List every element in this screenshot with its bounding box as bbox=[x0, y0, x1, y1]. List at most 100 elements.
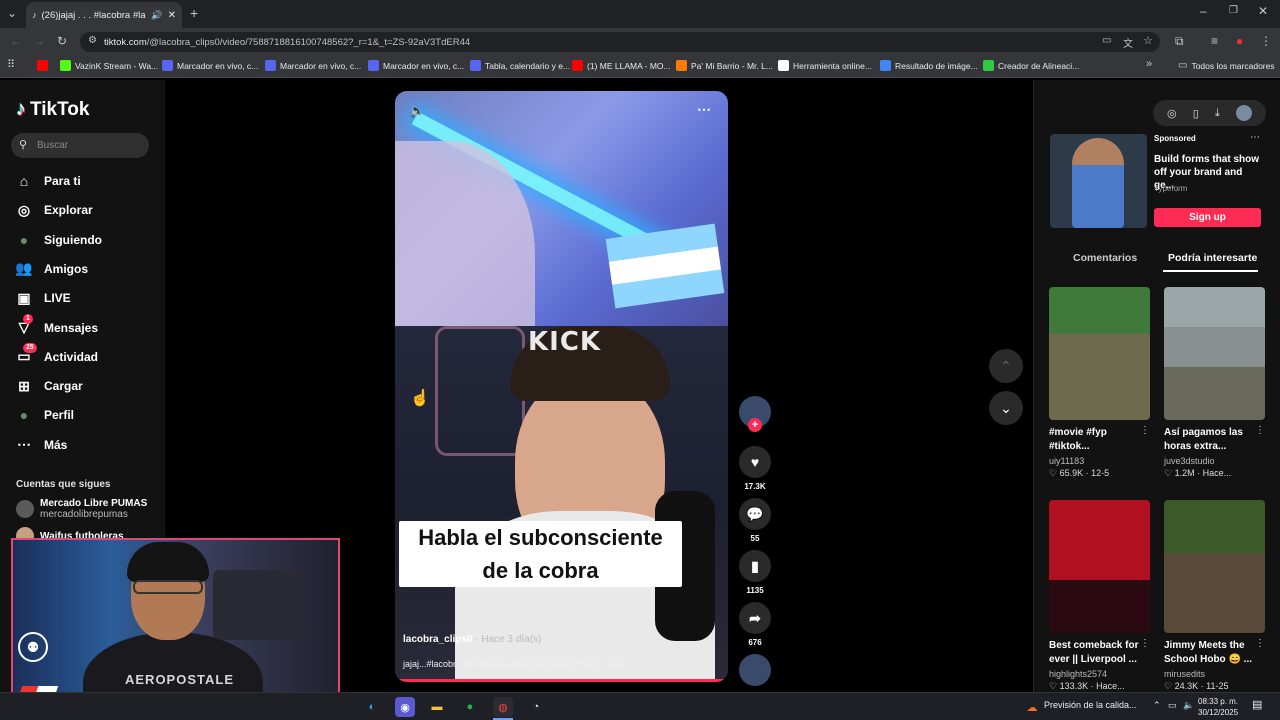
music-disc-button[interactable] bbox=[738, 654, 772, 690]
minimize-icon[interactable]: – bbox=[1200, 4, 1207, 18]
extensions-icon[interactable]: ⧉ bbox=[1175, 34, 1184, 49]
nav-item-para-ti[interactable]: ⌂ Para ti bbox=[16, 173, 81, 189]
share-button[interactable]: ➦ 676 bbox=[738, 602, 772, 647]
card-more-icon[interactable]: ⋮ bbox=[1140, 638, 1150, 649]
close-window-icon[interactable]: ✕ bbox=[1258, 4, 1268, 18]
suggested-video-thumbnail[interactable] bbox=[1164, 287, 1265, 420]
suggested-video-card[interactable]: Así pagamos las horas extra... juve3dstud… bbox=[1164, 287, 1265, 479]
nav-item-mensajes[interactable]: ▽ 1 Mensajes bbox=[16, 313, 98, 336]
tab-search-icon[interactable]: ⌄ bbox=[7, 6, 17, 20]
file-explorer-icon[interactable]: ▬ bbox=[427, 697, 447, 717]
new-tab-icon[interactable]: + bbox=[190, 5, 198, 21]
notification-icon[interactable]: ▤ bbox=[1252, 698, 1262, 711]
suggested-video-card[interactable]: #movie #fyp #tiktok... uiy11183 ♡ 65.9K · … bbox=[1049, 287, 1150, 479]
suggested-video-card[interactable]: Jimmy Meets the School Hobo 😄 ... mirused… bbox=[1164, 500, 1265, 692]
video-description[interactable]: jajaj...#lacobra #lacobraaa #davooxeneiz… bbox=[403, 659, 628, 669]
bookmark-item[interactable]: Creador de Alineaci... bbox=[983, 60, 1079, 71]
translate-icon[interactable]: 文 bbox=[1123, 35, 1133, 50]
video-progress-bar[interactable] bbox=[395, 679, 728, 682]
video-player[interactable]: KICK Habla el subconsciente de la cobra … bbox=[395, 91, 728, 682]
nav-item-cargar[interactable]: ⊞ Cargar bbox=[16, 378, 83, 394]
ad-more-icon[interactable]: ⋯ bbox=[1250, 132, 1260, 143]
suggested-video-author[interactable]: mirusedits bbox=[1164, 669, 1265, 679]
suggested-video-author[interactable]: juve3dstudio bbox=[1164, 456, 1265, 466]
suggested-video-title[interactable]: Best comeback for ever || Liverpool ... bbox=[1049, 639, 1150, 667]
nav-item-live[interactable]: ▣ LIVE bbox=[16, 290, 70, 306]
cast-icon[interactable]: ▭ bbox=[1102, 35, 1111, 46]
like-button[interactable]: ♥ 17.3K bbox=[738, 446, 772, 491]
bookmark-item[interactable] bbox=[37, 60, 48, 71]
bookmark-item[interactable]: Marcador en vivo, c... bbox=[265, 60, 361, 71]
bookmark-item[interactable]: Marcador en vivo, c... bbox=[162, 60, 258, 71]
address-bar[interactable]: ⚙ tiktok.com/@lacobra_clips0/video/75887… bbox=[80, 32, 1160, 52]
ad-thumbnail[interactable] bbox=[1050, 134, 1147, 228]
suggested-video-thumbnail[interactable] bbox=[1049, 500, 1150, 633]
tab-audio-icon[interactable]: 🔊 bbox=[151, 10, 162, 21]
suggested-video-thumbnail[interactable] bbox=[1164, 500, 1265, 633]
previous-video-button[interactable]: ⌃ bbox=[989, 349, 1023, 383]
forward-icon[interactable]: → bbox=[33, 34, 45, 48]
following-account[interactable]: Mercado Libre PUMAS mercadolibrepumas bbox=[16, 498, 147, 520]
suggested-video-author[interactable]: uiy11183 bbox=[1049, 456, 1150, 466]
follow-plus-icon[interactable]: + bbox=[748, 418, 762, 432]
download-icon[interactable]: ⤓ bbox=[1215, 107, 1220, 120]
media-control-icon[interactable]: ≡ bbox=[1211, 34, 1218, 48]
browser-menu-icon[interactable]: ⋮ bbox=[1260, 34, 1272, 48]
volume-icon[interactable]: 🔈 bbox=[409, 103, 425, 119]
card-more-icon[interactable]: ⋮ bbox=[1255, 638, 1265, 649]
card-more-icon[interactable]: ⋮ bbox=[1140, 425, 1150, 436]
comment-button[interactable]: 💬 55 bbox=[738, 498, 772, 543]
more-bookmarks-icon[interactable]: » bbox=[1146, 58, 1152, 70]
bookmark-item[interactable]: Tabla, calendario y e... bbox=[470, 60, 570, 71]
bookmark-item[interactable]: Herramienta online... bbox=[778, 60, 872, 71]
system-clock[interactable]: 08:33 p. m. 30/12/2025 bbox=[1198, 696, 1238, 718]
bookmark-item[interactable]: (1) ME LLAMA - MO... bbox=[572, 60, 671, 71]
spotify-icon[interactable]: ● bbox=[460, 697, 480, 717]
back-icon[interactable]: ← bbox=[10, 34, 22, 48]
reload-icon[interactable]: ↻ bbox=[57, 34, 67, 48]
nav-item-amigos[interactable]: 👥 Amigos bbox=[15, 260, 88, 277]
coins-icon[interactable]: ◎ bbox=[1167, 107, 1177, 120]
creator-avatar-button[interactable]: + bbox=[738, 396, 772, 432]
tab-suggested[interactable]: Podría interesarte bbox=[1168, 252, 1257, 264]
speaker-icon[interactable]: 🔈 bbox=[1183, 700, 1194, 711]
tiktok-logo[interactable]: ♪ TikTok bbox=[16, 98, 89, 121]
tab-comments[interactable]: Comentarios bbox=[1073, 252, 1137, 264]
nav-item-actividad[interactable]: ▭ 25 Actividad bbox=[16, 342, 98, 365]
nav-item-explorar[interactable]: ◎ Explorar bbox=[16, 202, 93, 218]
all-bookmarks-folder[interactable]: ▭ Todos los marcadores bbox=[1178, 60, 1275, 71]
weather-text[interactable]: Previsión de la calida... bbox=[1044, 700, 1137, 710]
suggested-video-thumbnail[interactable] bbox=[1049, 287, 1150, 420]
nav-item-mas[interactable]: ⋯ Más bbox=[16, 436, 67, 453]
video-author[interactable]: lacobra_clips0 bbox=[403, 634, 472, 645]
device-icon[interactable]: ▯ bbox=[1193, 107, 1199, 120]
tab-close-icon[interactable]: ✕ bbox=[168, 10, 176, 21]
bookmark-item[interactable]: Pa' Mi Barrio - Mr. L... bbox=[676, 60, 773, 71]
tray-chevron-icon[interactable]: ⌃ bbox=[1153, 700, 1161, 711]
suggested-video-title[interactable]: Jimmy Meets the School Hobo 😄 ... bbox=[1164, 639, 1265, 667]
maximize-icon[interactable]: ❐ bbox=[1229, 5, 1238, 16]
bookmark-item[interactable]: Resultado de imáge... bbox=[880, 60, 978, 71]
bookmark-item[interactable]: Marcador en vivo, c... bbox=[368, 60, 464, 71]
suggested-video-title[interactable]: #movie #fyp #tiktok... bbox=[1049, 426, 1150, 454]
next-video-button[interactable]: ⌄ bbox=[989, 391, 1023, 425]
weather-icon[interactable]: ☁ bbox=[1022, 697, 1042, 717]
bookmark-star-icon[interactable]: ☆ bbox=[1143, 34, 1153, 47]
obs-icon[interactable]: ◉ bbox=[395, 697, 415, 717]
bookmark-item[interactable]: VazinK Stream - Wa... bbox=[60, 60, 158, 71]
app-icon[interactable]: ◔ bbox=[526, 697, 546, 717]
ad-brand[interactable]: Typeform bbox=[1154, 184, 1187, 193]
user-avatar[interactable] bbox=[1235, 105, 1252, 121]
nav-item-perfil[interactable]: ● Perfil bbox=[16, 407, 74, 423]
site-info-icon[interactable]: ⚙ bbox=[88, 35, 97, 46]
chrome-icon[interactable]: ◍ bbox=[493, 697, 513, 717]
network-icon[interactable]: ▭ bbox=[1168, 700, 1177, 711]
search-input[interactable]: ⚲ Buscar bbox=[11, 133, 149, 158]
video-more-icon[interactable]: ⋯ bbox=[697, 101, 711, 118]
card-more-icon[interactable]: ⋮ bbox=[1255, 425, 1265, 436]
edge-icon[interactable]: ◐ bbox=[362, 697, 382, 717]
browser-tab[interactable]: ♪ (26)jajaj . . . #lacobra #lacob 🔊 ✕ bbox=[26, 2, 182, 28]
save-button[interactable]: ▮ 1135 bbox=[738, 550, 772, 595]
profile-extension-icon[interactable]: ● bbox=[1236, 34, 1243, 48]
suggested-video-title[interactable]: Así pagamos las horas extra... bbox=[1164, 426, 1265, 454]
